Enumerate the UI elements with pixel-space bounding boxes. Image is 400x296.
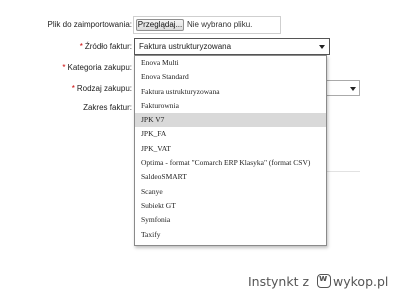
category-label: * Kategoria zakupu: — [62, 63, 132, 72]
source-select[interactable]: Faktura ustrukturyzowana — [134, 38, 330, 55]
wykop-logo-icon: w — [317, 274, 332, 288]
source-dropdown-list[interactable]: Enova Multi Enova Standard Faktura ustrukt… — [134, 55, 327, 246]
required-mark: * — [62, 63, 66, 72]
dropdown-option[interactable]: JPK_FA — [135, 127, 326, 141]
source-label: * Źródło faktur: — [80, 42, 132, 51]
dropdown-option[interactable]: Enova Standard — [135, 70, 326, 84]
watermark-user: Instynkt — [248, 274, 299, 289]
dropdown-option[interactable]: Enova Multi — [135, 56, 326, 70]
dropdown-option[interactable]: Subiekt GT — [135, 199, 326, 213]
type-select[interactable] — [326, 80, 360, 96]
dropdown-option[interactable]: JPK V7 — [135, 113, 326, 128]
watermark-site: wykop.pl — [333, 274, 389, 289]
dropdown-option[interactable]: Taxify — [135, 228, 326, 242]
chevron-down-icon — [350, 87, 356, 91]
browse-button[interactable]: Przeglądaj... — [136, 19, 184, 31]
dropdown-option[interactable]: Optima - format "Comarch ERP Klasyka" (f… — [135, 156, 326, 170]
source-select-value: Faktura ustrukturyzowana — [139, 42, 232, 51]
dropdown-option[interactable]: JPK_VAT — [135, 142, 326, 156]
watermark-by: z — [302, 274, 310, 289]
dropdown-option[interactable]: Symfonia — [135, 213, 326, 227]
file-label: Plik do zaimportowania: — [47, 20, 132, 29]
type-label-text: Rodzaj zakupu: — [76, 84, 132, 93]
required-mark: * — [79, 42, 83, 51]
required-mark: * — [71, 84, 75, 93]
chevron-down-icon — [319, 45, 325, 49]
category-label-text: Kategoria zakupu: — [67, 63, 133, 72]
dropdown-option[interactable]: Scanye — [135, 185, 326, 199]
type-label: * Rodzaj zakupu: — [72, 84, 132, 93]
dropdown-option[interactable]: Faktura ustrukturyzowana — [135, 85, 326, 99]
range-label: Zakres faktur: — [83, 103, 132, 112]
source-label-text: Źródło faktur: — [84, 42, 132, 51]
watermark: Instynkt z w wykop.pl — [248, 274, 388, 289]
file-status: Nie wybrano pliku. — [187, 20, 253, 29]
dropdown-option[interactable]: SaldeoSMART — [135, 170, 326, 184]
dropdown-option[interactable]: Fakturownia — [135, 99, 326, 113]
